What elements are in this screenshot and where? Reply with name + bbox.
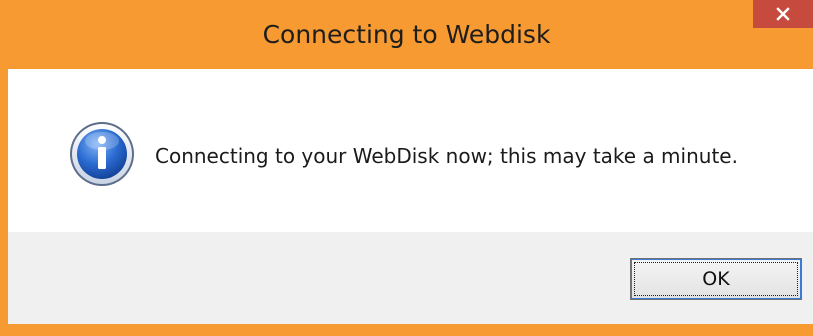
dialog-message: Connecting to your WebDisk now; this may…	[155, 144, 738, 168]
dialog-footer: OK	[8, 232, 813, 324]
ok-button[interactable]: OK	[630, 258, 802, 300]
info-icon	[70, 122, 134, 186]
close-icon	[776, 7, 790, 21]
ok-button-label: OK	[634, 262, 798, 296]
title-bar[interactable]: Connecting to Webdisk	[0, 0, 813, 68]
close-button[interactable]	[753, 0, 813, 28]
window-title: Connecting to Webdisk	[262, 20, 551, 49]
dialog-content: Connecting to your WebDisk now; this may…	[8, 69, 813, 232]
dialog-window: Connecting to Webdisk Connecting to your…	[0, 0, 813, 336]
